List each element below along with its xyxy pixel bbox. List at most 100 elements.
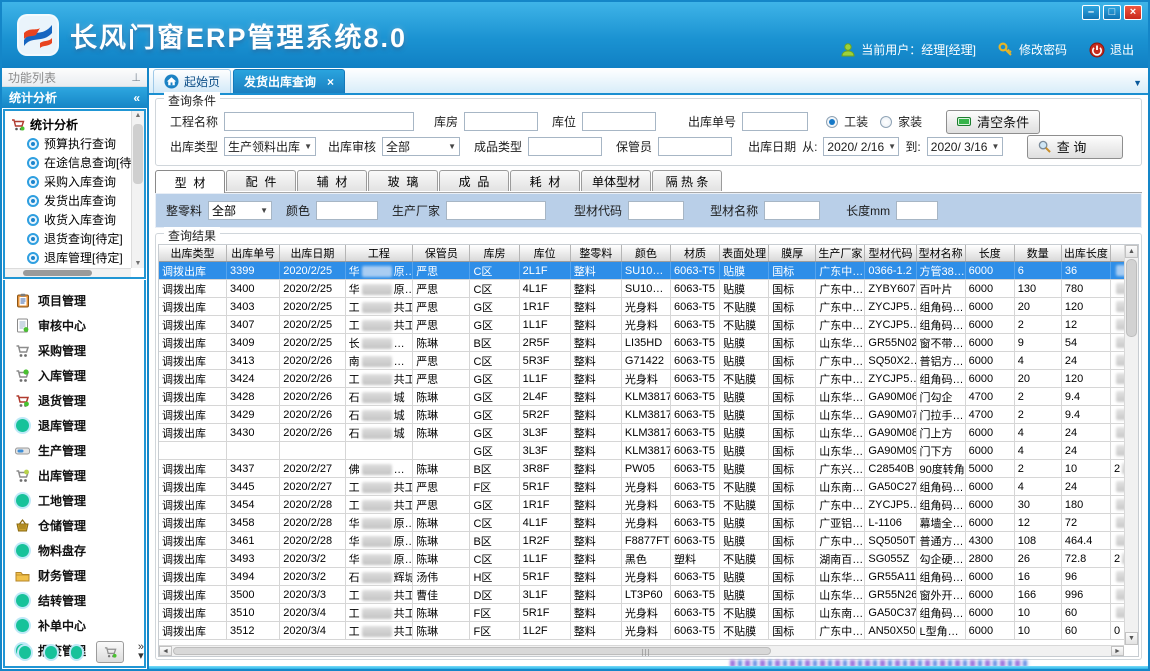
column-header[interactable]: 出库长度 xyxy=(1061,245,1110,262)
column-header[interactable]: 出库日期 xyxy=(280,245,345,262)
tree-horizontal-scrollbar[interactable] xyxy=(5,268,131,277)
column-header[interactable]: 型材代码 xyxy=(865,245,916,262)
column-header[interactable]: 生产厂家 xyxy=(816,245,865,262)
sidebar-item-物料盘存[interactable]: 物料盘存 xyxy=(15,538,144,563)
column-header[interactable]: 库位 xyxy=(519,245,570,262)
table-row[interactable]: 调拨出库34092020/2/25长…陈琳B区2R5F整料LI35HD6063-… xyxy=(159,334,1124,352)
order-no-input[interactable] xyxy=(742,112,808,131)
radio-home[interactable] xyxy=(880,116,892,128)
table-vertical-scrollbar[interactable]: ▲ ▼ xyxy=(1124,245,1138,645)
hscroll-thumb[interactable] xyxy=(173,647,771,655)
column-header[interactable]: 工程 xyxy=(345,245,413,262)
out-type-select[interactable]: 生产领料出库▼ xyxy=(224,137,316,156)
scroll-right-icon[interactable]: ► xyxy=(1111,646,1124,656)
radio-home-label[interactable]: 家装 xyxy=(898,113,922,130)
sidebar-item-退货管理[interactable]: 退货管理 xyxy=(15,388,144,413)
whole-part-select[interactable]: 全部▼ xyxy=(208,201,272,220)
sidebar-item-仓储管理[interactable]: 仓储管理 xyxy=(15,513,144,538)
tree-item[interactable]: 收货入库查询 xyxy=(11,210,142,229)
radio-work-label[interactable]: 工装 xyxy=(844,113,868,130)
tree-scroll-thumb[interactable] xyxy=(133,124,143,184)
scroll-down-icon[interactable]: ▼ xyxy=(132,259,144,268)
material-tab[interactable]: 配 件 xyxy=(226,170,296,191)
manufacturer-input[interactable] xyxy=(446,201,546,220)
column-header[interactable]: 颜色 xyxy=(621,245,670,262)
keeper-input[interactable] xyxy=(658,137,732,156)
column-header[interactable]: 长度 xyxy=(965,245,1014,262)
search-button[interactable]: 查 询 xyxy=(1027,135,1123,159)
table-row[interactable]: 调拨出库34282020/2/26石城陈琳G区2L4F整料KLM38176063… xyxy=(159,388,1124,406)
date-from-picker[interactable]: 2020/ 2/16▼ xyxy=(823,137,899,156)
scroll-up-icon[interactable]: ▲ xyxy=(1125,245,1138,258)
tab-overflow-icon[interactable]: ▼ xyxy=(1133,78,1142,88)
material-tab[interactable]: 玻 璃 xyxy=(368,170,438,191)
sidebar-item-退库管理[interactable]: 退库管理 xyxy=(15,413,144,438)
table-row[interactable]: 调拨出库35002020/3/3工共工程曹佳D区3L1F整料LT3P606063… xyxy=(159,586,1124,604)
tree-item[interactable]: 采购入库查询 xyxy=(11,172,142,191)
table-row[interactable]: 调拨出库34452020/2/27工共工程严思F区5R1F整料光身料6063-T… xyxy=(159,478,1124,496)
clear-conditions-button[interactable]: 清空条件 xyxy=(946,110,1040,134)
collapsed-item-icon[interactable] xyxy=(71,646,83,659)
table-row[interactable]: 调拨出库34932020/3/2华原…陈琳C区1L1F整料黑色塑料不贴膜国标湖南… xyxy=(159,550,1124,568)
column-header[interactable]: 保管员 xyxy=(413,245,470,262)
table-row[interactable]: 调拨出库34002020/2/25华原…严思C区4L1F整料SU10…6063-… xyxy=(159,280,1124,298)
tree-item[interactable]: 在途信息查询[待 xyxy=(11,153,142,172)
date-to-picker[interactable]: 2020/ 3/16▼ xyxy=(927,137,1003,156)
column-header[interactable]: 膜厚 xyxy=(769,245,816,262)
minimize-button[interactable]: – xyxy=(1082,5,1100,20)
table-row[interactable]: 调拨出库34542020/2/28工共工程严思G区1R1F整料光身料6063-T… xyxy=(159,496,1124,514)
column-header[interactable]: 数量 xyxy=(1014,245,1061,262)
table-row[interactable]: 调拨出库34072020/2/25工共工程严思G区1L1F整料光身料6063-T… xyxy=(159,316,1124,334)
sidebar-item-项目管理[interactable]: 项目管理 xyxy=(15,288,144,313)
column-header[interactable]: 型材名称 xyxy=(916,245,965,262)
column-header[interactable]: 单价 xyxy=(1110,245,1124,262)
tree-item[interactable]: 发货出库查询 xyxy=(11,191,142,210)
tree-root[interactable]: 统计分析 xyxy=(11,115,142,134)
sidebar-item-工地管理[interactable]: 工地管理 xyxy=(15,488,144,513)
more-menus-button[interactable]: »▾ xyxy=(138,643,144,661)
collapsed-item-icon[interactable] xyxy=(19,646,31,659)
radio-work[interactable] xyxy=(826,116,838,128)
table-row[interactable]: 调拨出库34132020/2/26南…严思C区5R3F整料G714226063-… xyxy=(159,352,1124,370)
column-header[interactable]: 材质 xyxy=(671,245,720,262)
profile-name-input[interactable] xyxy=(764,201,820,220)
table-row[interactable]: 调拨出库33992020/2/25华原…严思C区2L1F整料SU10…6063-… xyxy=(159,262,1124,280)
scroll-up-icon[interactable]: ▲ xyxy=(132,111,144,120)
sidebar-item-审核中心[interactable]: 审核中心 xyxy=(15,313,144,338)
tree-vertical-scrollbar[interactable]: ▲ ▼ xyxy=(131,111,144,268)
table-row[interactable]: 调拨出库34582020/2/28华原…陈琳C区4L1F整料光身料6063-T5… xyxy=(159,514,1124,532)
table-row[interactable]: 调拨出库34942020/3/2石辉城汤伟H区5R1F整料光身料6063-T5贴… xyxy=(159,568,1124,586)
color-input[interactable] xyxy=(316,201,378,220)
table-row[interactable]: 调拨出库34292020/2/26石城陈琳G区5R2F整料KLM38176063… xyxy=(159,406,1124,424)
table-row[interactable]: 调拨出库34372020/2/27佛…陈琳B区3R8F整料PW056063-T5… xyxy=(159,460,1124,478)
sidebar-item-入库管理[interactable]: 入库管理 xyxy=(15,363,144,388)
scroll-down-icon[interactable]: ▼ xyxy=(1125,632,1138,645)
table-row[interactable]: 调拨出库35122020/3/4工共工程陈琳F区1L2F整料光身料6063-T5… xyxy=(159,622,1124,640)
column-header[interactable]: 库房 xyxy=(470,245,519,262)
length-input[interactable] xyxy=(896,201,938,220)
table-row[interactable]: 调拨出库34242020/2/26工共工程严思G区1L1F整料光身料6063-T… xyxy=(159,370,1124,388)
sidebar-item-生产管理[interactable]: 生产管理 xyxy=(15,438,144,463)
logout[interactable]: 退出 xyxy=(1089,41,1134,58)
table-row[interactable]: 调拨出库34302020/2/26石城陈琳G区3L3F整料KLM38176063… xyxy=(159,424,1124,442)
change-password[interactable]: 修改密码 xyxy=(998,41,1067,58)
location-input[interactable] xyxy=(582,112,656,131)
vscroll-thumb[interactable] xyxy=(1126,259,1137,337)
material-tab[interactable]: 单体型材 xyxy=(581,170,651,191)
sidebar-item-采购管理[interactable]: 采购管理 xyxy=(15,338,144,363)
project-name-input[interactable] xyxy=(224,112,414,131)
table-row[interactable]: 调拨出库35102020/3/4工共工程陈琳F区5R1F整料光身料6063-T5… xyxy=(159,604,1124,622)
tree-hscroll-thumb[interactable] xyxy=(23,270,92,276)
tree-item[interactable]: 退货查询[待定] xyxy=(11,229,142,248)
tab-close-icon[interactable]: × xyxy=(327,75,334,89)
material-tab[interactable]: 耗 材 xyxy=(510,170,580,191)
tab-shipment-query[interactable]: 发货出库查询 × xyxy=(233,69,345,93)
tree-item[interactable]: 预算执行查询 xyxy=(11,134,142,153)
table-row[interactable]: 调拨出库34032020/2/25工共工程严思G区1R1F整料光身料6063-T… xyxy=(159,298,1124,316)
column-header[interactable]: 整零料 xyxy=(570,245,621,262)
material-tab[interactable]: 辅 材 xyxy=(297,170,367,191)
tab-home[interactable]: 起始页 xyxy=(153,69,231,93)
product-type-input[interactable] xyxy=(528,137,602,156)
collapsed-cart-button[interactable] xyxy=(96,641,123,663)
profile-code-input[interactable] xyxy=(628,201,684,220)
